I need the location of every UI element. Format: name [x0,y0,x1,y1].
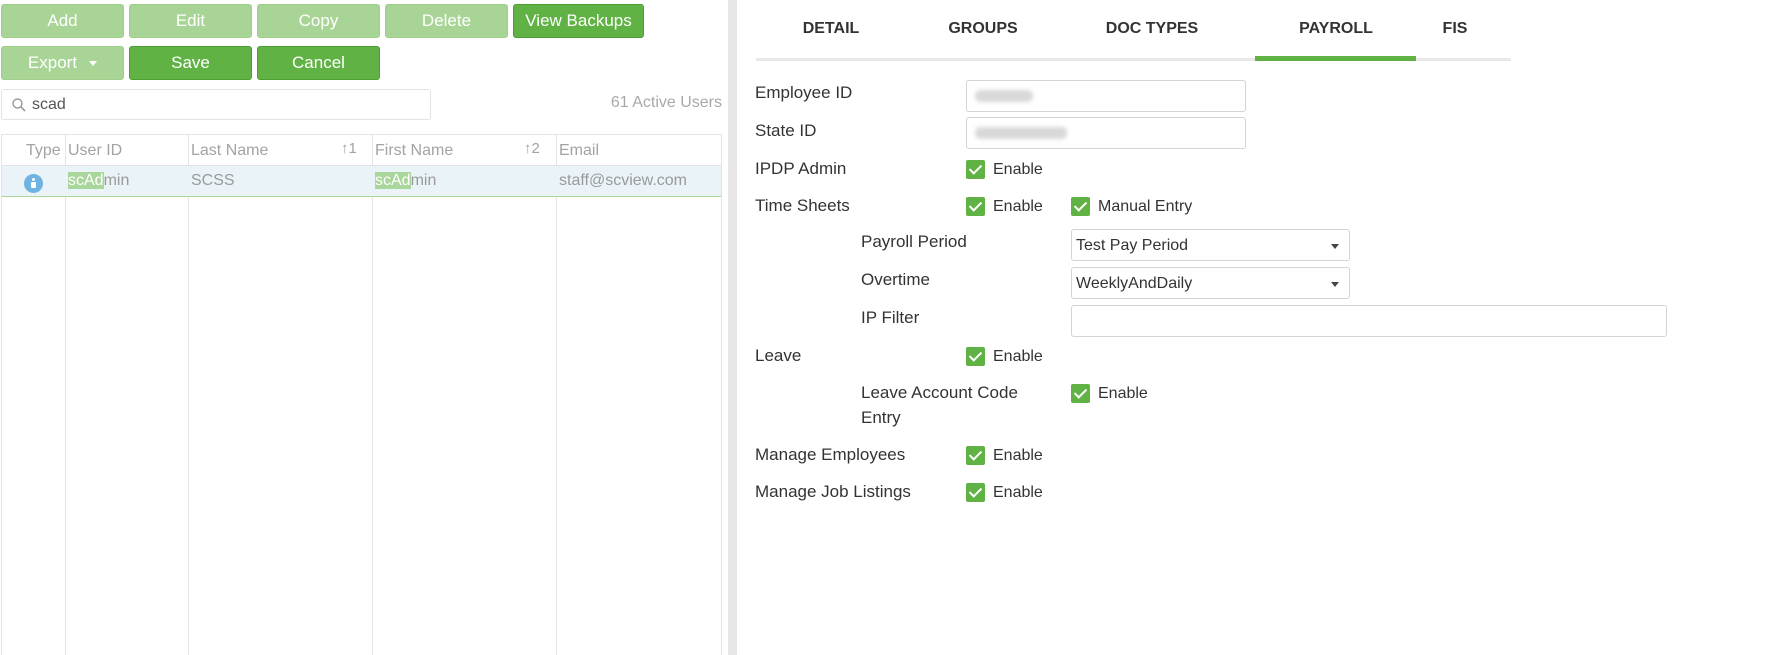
column-divider [65,135,66,655]
leave-account-code-checkbox[interactable] [1071,384,1090,403]
sort-ascending-icon: ↑2 [524,140,540,157]
sort-order-2: 2 [531,140,540,157]
payroll-period-select[interactable]: Test Pay Period [1071,229,1350,261]
employee-id-label: Employee ID [755,83,853,102]
leave-account-code-label-line2: Entry [861,408,901,427]
leave-account-code-label: Leave Account Code [861,383,1018,402]
manage-employees-checkbox[interactable] [966,446,985,465]
table-row[interactable]: scAdmin SCSS scAdmin staff@scview.com [2,166,721,197]
column-divider [372,135,373,655]
payroll-period-value: Test Pay Period [1076,237,1189,254]
cell-first-name-rest: min [410,172,437,189]
state-id-label: State ID [755,121,817,140]
ipdp-admin-label: IPDP Admin [755,159,847,178]
column-header-first-name[interactable]: First Name [375,142,453,160]
column-header-last-name[interactable]: Last Name [191,142,268,160]
save-button[interactable]: Save [129,46,252,80]
leave-enable-label: Enable [993,348,1043,365]
cell-user-id-rest: min [103,172,130,189]
manage-employees-label: Manage Employees [755,445,906,464]
manage-job-listings-checkbox[interactable] [966,483,985,502]
overtime-select[interactable]: WeeklyAndDaily [1071,267,1350,299]
leave-label: Leave [755,346,802,365]
user-detail-pane: DETAIL GROUPS DOC TYPES PAYROLL FIS Empl… [737,0,1790,655]
edit-button[interactable]: Edit [129,4,252,38]
cancel-button[interactable]: Cancel [257,46,380,80]
column-divider [188,135,189,655]
grid-header: Type User ID Last Name ↑1 First Name ↑2 … [2,135,721,166]
redacted-value [975,127,1067,139]
ipdp-admin-checkbox[interactable] [966,160,985,179]
tab-bar: DETAIL GROUPS DOC TYPES PAYROLL FIS [756,0,1511,61]
leave-account-code-enable-label: Enable [1098,385,1148,402]
ip-filter-input[interactable] [1071,305,1667,337]
cell-first-name: scAdmin [375,172,436,190]
column-header-user-id[interactable]: User ID [68,142,122,160]
export-label: Export [27,53,78,72]
cell-last-name: SCSS [191,172,235,189]
column-header-email[interactable]: Email [559,142,599,160]
tab-groups[interactable]: GROUPS [933,20,1033,38]
search-input[interactable] [32,95,412,114]
dropdown-arrow-icon [1331,244,1339,249]
ip-filter-label: IP Filter [861,308,920,327]
search-match-highlight: scAd [375,172,411,189]
search-match-highlight: scAd [68,172,104,189]
manual-entry-label: Manual Entry [1098,198,1193,215]
time-sheets-label: Time Sheets [755,196,850,215]
active-users-count: 61 Active Users [610,94,722,111]
pane-splitter[interactable] [728,0,737,655]
sort-ascending-icon: ↑1 [341,140,357,157]
user-list-pane: Add Edit Copy Delete View Backups Export… [0,0,727,655]
search-box [1,89,431,120]
manage-job-listings-label: Manage Job Listings [755,482,911,501]
copy-button[interactable]: Copy [257,4,380,38]
tab-detail[interactable]: DETAIL [789,20,873,38]
view-backups-button[interactable]: View Backups [513,4,644,38]
search-icon [12,98,26,112]
active-tab-indicator [1255,56,1416,61]
users-grid: Type User ID Last Name ↑1 First Name ↑2 … [1,134,722,655]
tab-payroll[interactable]: PAYROLL [1286,20,1386,38]
export-button[interactable]: Export [1,46,124,80]
caret-down-icon [89,60,98,66]
tab-doc-types[interactable]: DOC TYPES [1087,20,1217,38]
time-sheets-enable-label: Enable [993,198,1043,215]
leave-checkbox[interactable] [966,347,985,366]
dropdown-arrow-icon [1331,282,1339,287]
redacted-value [975,90,1033,102]
time-sheets-checkbox[interactable] [966,197,985,216]
overtime-label: Overtime [861,270,930,289]
state-id-field[interactable] [966,117,1246,149]
user-info-icon [24,174,43,193]
add-button[interactable]: Add [1,4,124,38]
tab-fis[interactable]: FIS [1425,20,1485,38]
app-root: Add Edit Copy Delete View Backups Export… [0,0,1790,655]
employee-id-field[interactable] [966,80,1246,112]
manual-entry-checkbox[interactable] [1071,197,1090,216]
payroll-period-label: Payroll Period [861,232,967,251]
manage-job-listings-enable-label: Enable [993,484,1043,501]
cell-user-id: scAdmin [68,172,129,190]
overtime-value: WeeklyAndDaily [1076,275,1193,292]
manage-employees-enable-label: Enable [993,447,1043,464]
ipdp-admin-enable-label: Enable [993,161,1043,178]
sort-order-1: 1 [348,140,357,157]
delete-button[interactable]: Delete [385,4,508,38]
column-header-type[interactable]: Type [26,142,61,160]
column-divider [556,135,557,655]
cell-email: staff@scview.com [559,172,687,189]
